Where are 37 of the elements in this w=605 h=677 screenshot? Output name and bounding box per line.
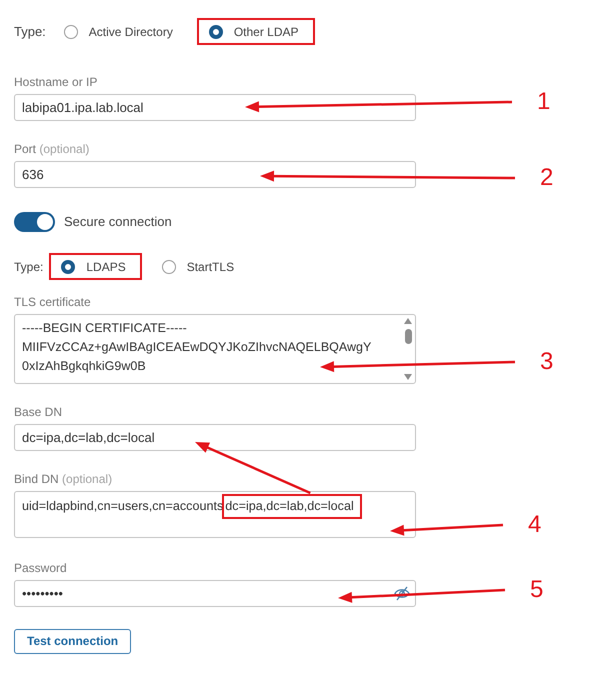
eye-slash-icon[interactable] [394, 586, 410, 601]
toggle-switch[interactable] [14, 212, 55, 232]
port-field[interactable]: 636 [14, 161, 416, 188]
callout-number: 3 [540, 349, 554, 375]
hostname-field[interactable]: labipa01.ipa.lab.local [14, 94, 416, 121]
callout-number: 1 [537, 89, 550, 115]
scroll-up-icon[interactable] [404, 318, 412, 324]
scroll-down-icon[interactable] [404, 374, 412, 380]
password-field[interactable]: ••••••••• [14, 580, 416, 607]
radio-label[interactable]: StartTLS [186, 258, 234, 276]
field-label: Port [14, 142, 36, 156]
highlight-box: dc=ipa,dc=lab,dc=local [222, 494, 362, 519]
radio-label[interactable]: Active Directory [88, 22, 173, 40]
base-dn-field[interactable]: dc=ipa,dc=lab,dc=local [14, 424, 416, 451]
optional-hint: (optional) [39, 142, 90, 156]
radio-label[interactable]: LDAPS [86, 258, 126, 276]
field-label: Hostname or IP [14, 75, 98, 89]
callout-number: 5 [530, 577, 544, 603]
radio-button[interactable] [64, 24, 78, 38]
field-label: Password [14, 561, 67, 575]
radio-button[interactable] [61, 260, 76, 274]
scrollbar-thumb[interactable] [404, 329, 412, 344]
optional-hint: (optional) [62, 472, 112, 486]
field-label: Type: [14, 22, 46, 41]
radio-button[interactable] [208, 24, 223, 38]
field-label: Type: [14, 258, 44, 276]
certificate-field[interactable]: -----BEGIN CERTIFICATE----- MIIFVzCCAz+gAwIBAgICEAEwDQYJKoZIhvcNAQELBQAwgY 0xIzAhBgkqhkiG9w0B [14, 314, 416, 384]
bind-dn-field[interactable]: uid=ldapbind,cn=users,cn=accounts dc=ipa,dc=lab,dc=local [14, 491, 416, 538]
field-label: TLS certificate [14, 295, 91, 309]
field-label: Bind DN [14, 472, 59, 486]
test-connection-button[interactable]: Test connection [14, 629, 132, 654]
radio-button[interactable] [162, 260, 176, 274]
toggle-label: Secure connection [64, 213, 172, 232]
callout-number: 2 [540, 165, 554, 191]
callout-number: 4 [528, 512, 542, 538]
field-label: Base DN [14, 405, 62, 419]
radio-label[interactable]: Other LDAP [234, 22, 299, 40]
